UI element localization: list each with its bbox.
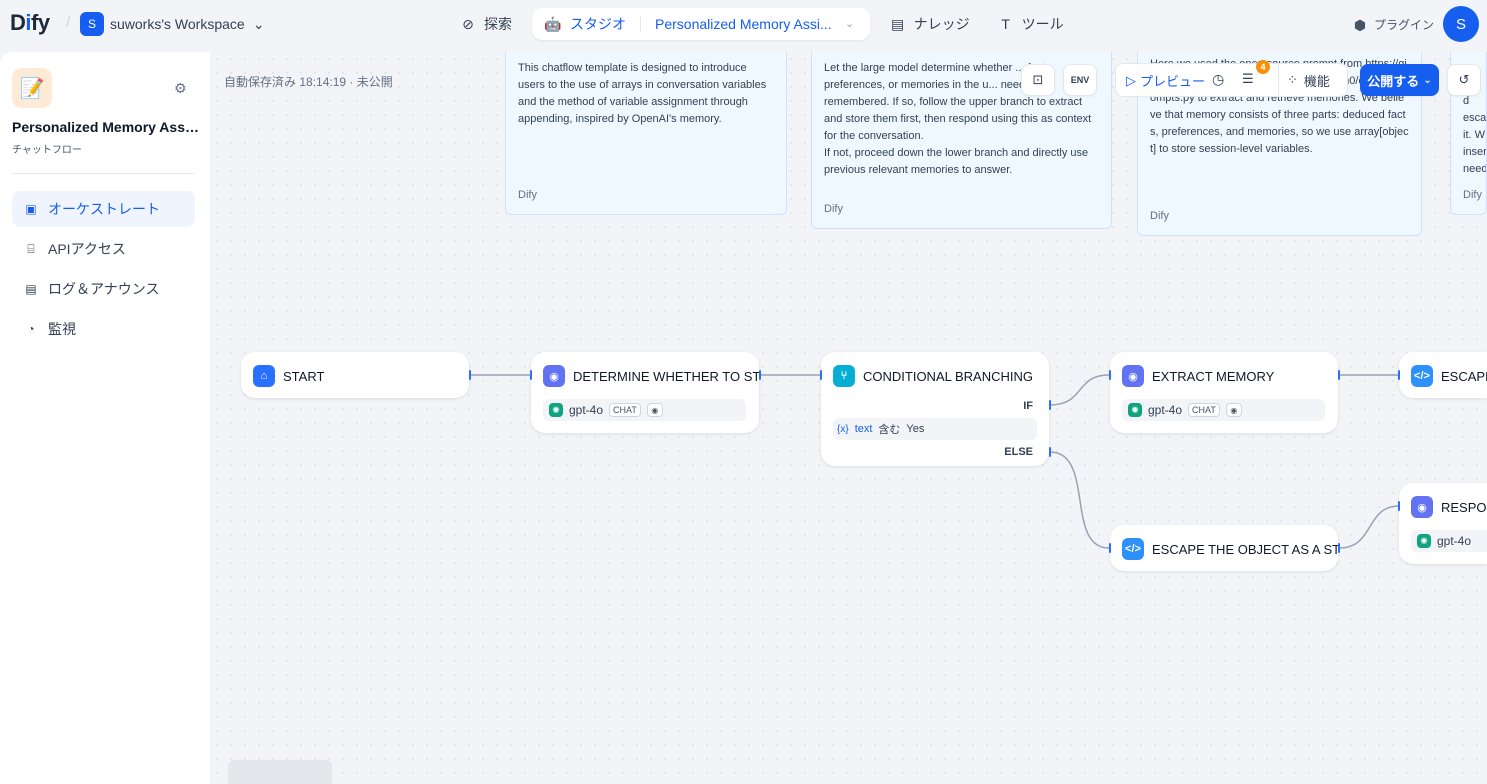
mode-tag: CHAT [1188, 403, 1220, 417]
code-icon: </> [1411, 365, 1433, 387]
condition-row: {x} text 含む Yes [833, 418, 1037, 440]
llm-icon: ◉ [1122, 365, 1144, 387]
node-start[interactable]: ⌂ START [241, 352, 469, 398]
edge-if-extract [1049, 374, 1110, 406]
mode-tag: CHAT [609, 403, 641, 417]
node-handle[interactable] [1109, 543, 1111, 553]
edge-else-escape [1049, 451, 1110, 549]
model-info: ✺ gpt-4o CHAT ◉ [543, 399, 746, 421]
node-determine[interactable]: ◉ DETERMINE WHETHER TO STORE ✺ gpt-4o CH… [531, 352, 759, 433]
node-handle[interactable] [759, 370, 761, 380]
node-conditional[interactable]: ⑂ CONDITIONAL BRANCHING IF {x} text 含む Y… [821, 352, 1049, 466]
openai-icon: ✺ [549, 403, 563, 417]
model-info: ✺ gpt-4o CHAT ◉ [1122, 399, 1325, 421]
node-handle[interactable] [1338, 543, 1340, 553]
home-icon: ⌂ [253, 365, 275, 387]
branch-if-label: IF [1023, 400, 1033, 412]
branch-else-label: ELSE [1004, 446, 1033, 458]
llm-icon: ◉ [543, 365, 565, 387]
branch-icon: ⑂ [833, 365, 855, 387]
code-icon: </> [1122, 538, 1144, 560]
node-escape-bottom[interactable]: </> ESCAPE THE OBJECT AS A STRING [1110, 525, 1338, 571]
openai-icon: ✺ [1417, 534, 1431, 548]
node-handle[interactable] [530, 370, 532, 380]
variable-icon: {x} [837, 423, 849, 435]
node-extract-memory[interactable]: ◉ EXTRACT MEMORY ✺ gpt-4o CHAT ◉ [1110, 352, 1338, 433]
model-info: ✺ gpt-4o [1411, 530, 1487, 552]
node-handle[interactable] [1398, 501, 1400, 511]
llm-icon: ◉ [1411, 496, 1433, 518]
openai-icon: ✺ [1128, 403, 1142, 417]
node-handle[interactable] [1049, 447, 1051, 457]
node-handle[interactable] [820, 370, 822, 380]
node-handle[interactable] [469, 370, 471, 380]
node-handle[interactable] [1338, 370, 1340, 380]
node-handle[interactable] [1109, 370, 1111, 380]
node-handle[interactable] [1398, 370, 1400, 380]
vision-icon: ◉ [646, 403, 663, 417]
node-handle[interactable] [1049, 400, 1051, 410]
vision-icon: ◉ [1225, 403, 1242, 417]
node-response[interactable]: ◉ RESPONSE ✺ gpt-4o [1399, 483, 1487, 564]
node-escape-top[interactable]: </> ESCAPE [1399, 352, 1487, 398]
edge-escape-response [1338, 505, 1400, 549]
minimap[interactable] [228, 760, 332, 784]
